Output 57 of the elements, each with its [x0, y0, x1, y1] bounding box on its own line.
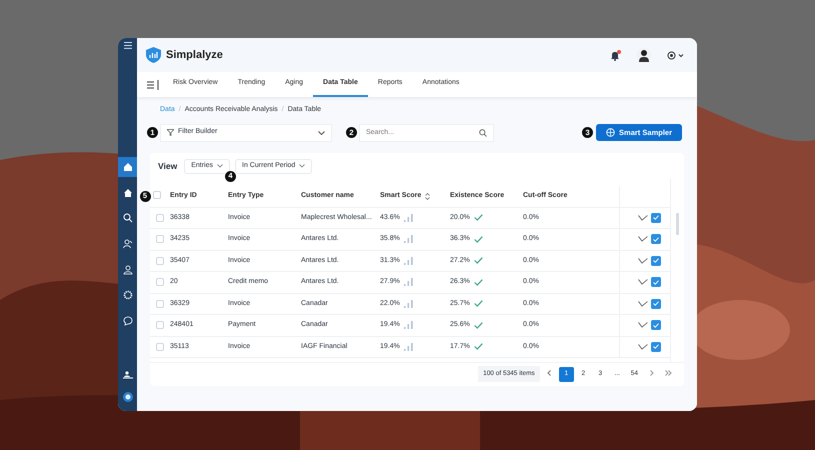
approve-checkbox[interactable]: [651, 320, 661, 330]
home-icon: [122, 162, 132, 172]
check-icon: [474, 257, 483, 264]
sidebar-item[interactable]: [118, 156, 137, 177]
side-handle-icon[interactable]: [676, 212, 679, 234]
view-label: View: [158, 160, 178, 172]
row-checkbox[interactable]: [156, 342, 164, 351]
approve-checkbox[interactable]: [651, 277, 661, 288]
user-icon: [122, 264, 132, 275]
row-checkbox[interactable]: [156, 214, 164, 222]
sort-icon[interactable]: [425, 192, 430, 200]
double-chevron-icon: [665, 370, 672, 376]
approve-checkbox[interactable]: [651, 234, 661, 244]
chevron-icon: [217, 164, 224, 168]
row-checkbox[interactable]: [156, 278, 164, 286]
shield-logo-icon: [146, 47, 161, 63]
row-checkbox[interactable]: [156, 235, 164, 244]
check-icon: [474, 300, 483, 308]
row-checkbox[interactable]: [156, 256, 164, 265]
check-icon: [474, 236, 483, 243]
check-icon: [474, 322, 483, 329]
search-icon: [122, 213, 132, 224]
check-icon: [474, 278, 483, 286]
row-checkbox[interactable]: [156, 300, 164, 308]
select-all-checkbox[interactable]: [152, 190, 160, 198]
bar-chart-icon: [404, 342, 413, 351]
approve-checkbox[interactable]: [651, 212, 661, 223]
globe-icon: [606, 128, 616, 137]
approve-checkbox[interactable]: [651, 298, 661, 309]
approve-checkbox[interactable]: [651, 342, 661, 352]
settings-icon: [122, 290, 132, 300]
bar-chart-icon: [404, 214, 413, 222]
check-icon: [474, 343, 483, 350]
chevron-left-icon: [547, 370, 552, 376]
bar-chart-icon: [404, 256, 413, 265]
settings-dropdown-icon[interactable]: [667, 50, 685, 60]
bar-chart-icon: [404, 321, 413, 330]
home-icon: [122, 188, 132, 198]
chevron-icon: [318, 130, 325, 134]
search-icon: [479, 128, 487, 136]
avatar-icon[interactable]: [637, 48, 651, 62]
row-checkbox[interactable]: [156, 321, 164, 330]
bell-icon[interactable]: [610, 50, 621, 60]
bar-chart-icon: [404, 300, 413, 308]
chevron-icon: [299, 164, 306, 168]
filter-icon: [167, 129, 174, 136]
bar-chart-icon: [404, 235, 413, 244]
check-icon: [474, 214, 483, 222]
chevron-right-icon: [650, 370, 654, 376]
app-name: Simplalyze: [166, 48, 223, 63]
approve-checkbox[interactable]: [651, 256, 661, 266]
users-icon: [122, 370, 132, 380]
status-icon[interactable]: [122, 392, 132, 402]
users-icon: [122, 238, 132, 249]
chat-icon: [122, 316, 132, 326]
bar-chart-icon: [404, 278, 413, 286]
menu-icon[interactable]: [147, 80, 159, 90]
